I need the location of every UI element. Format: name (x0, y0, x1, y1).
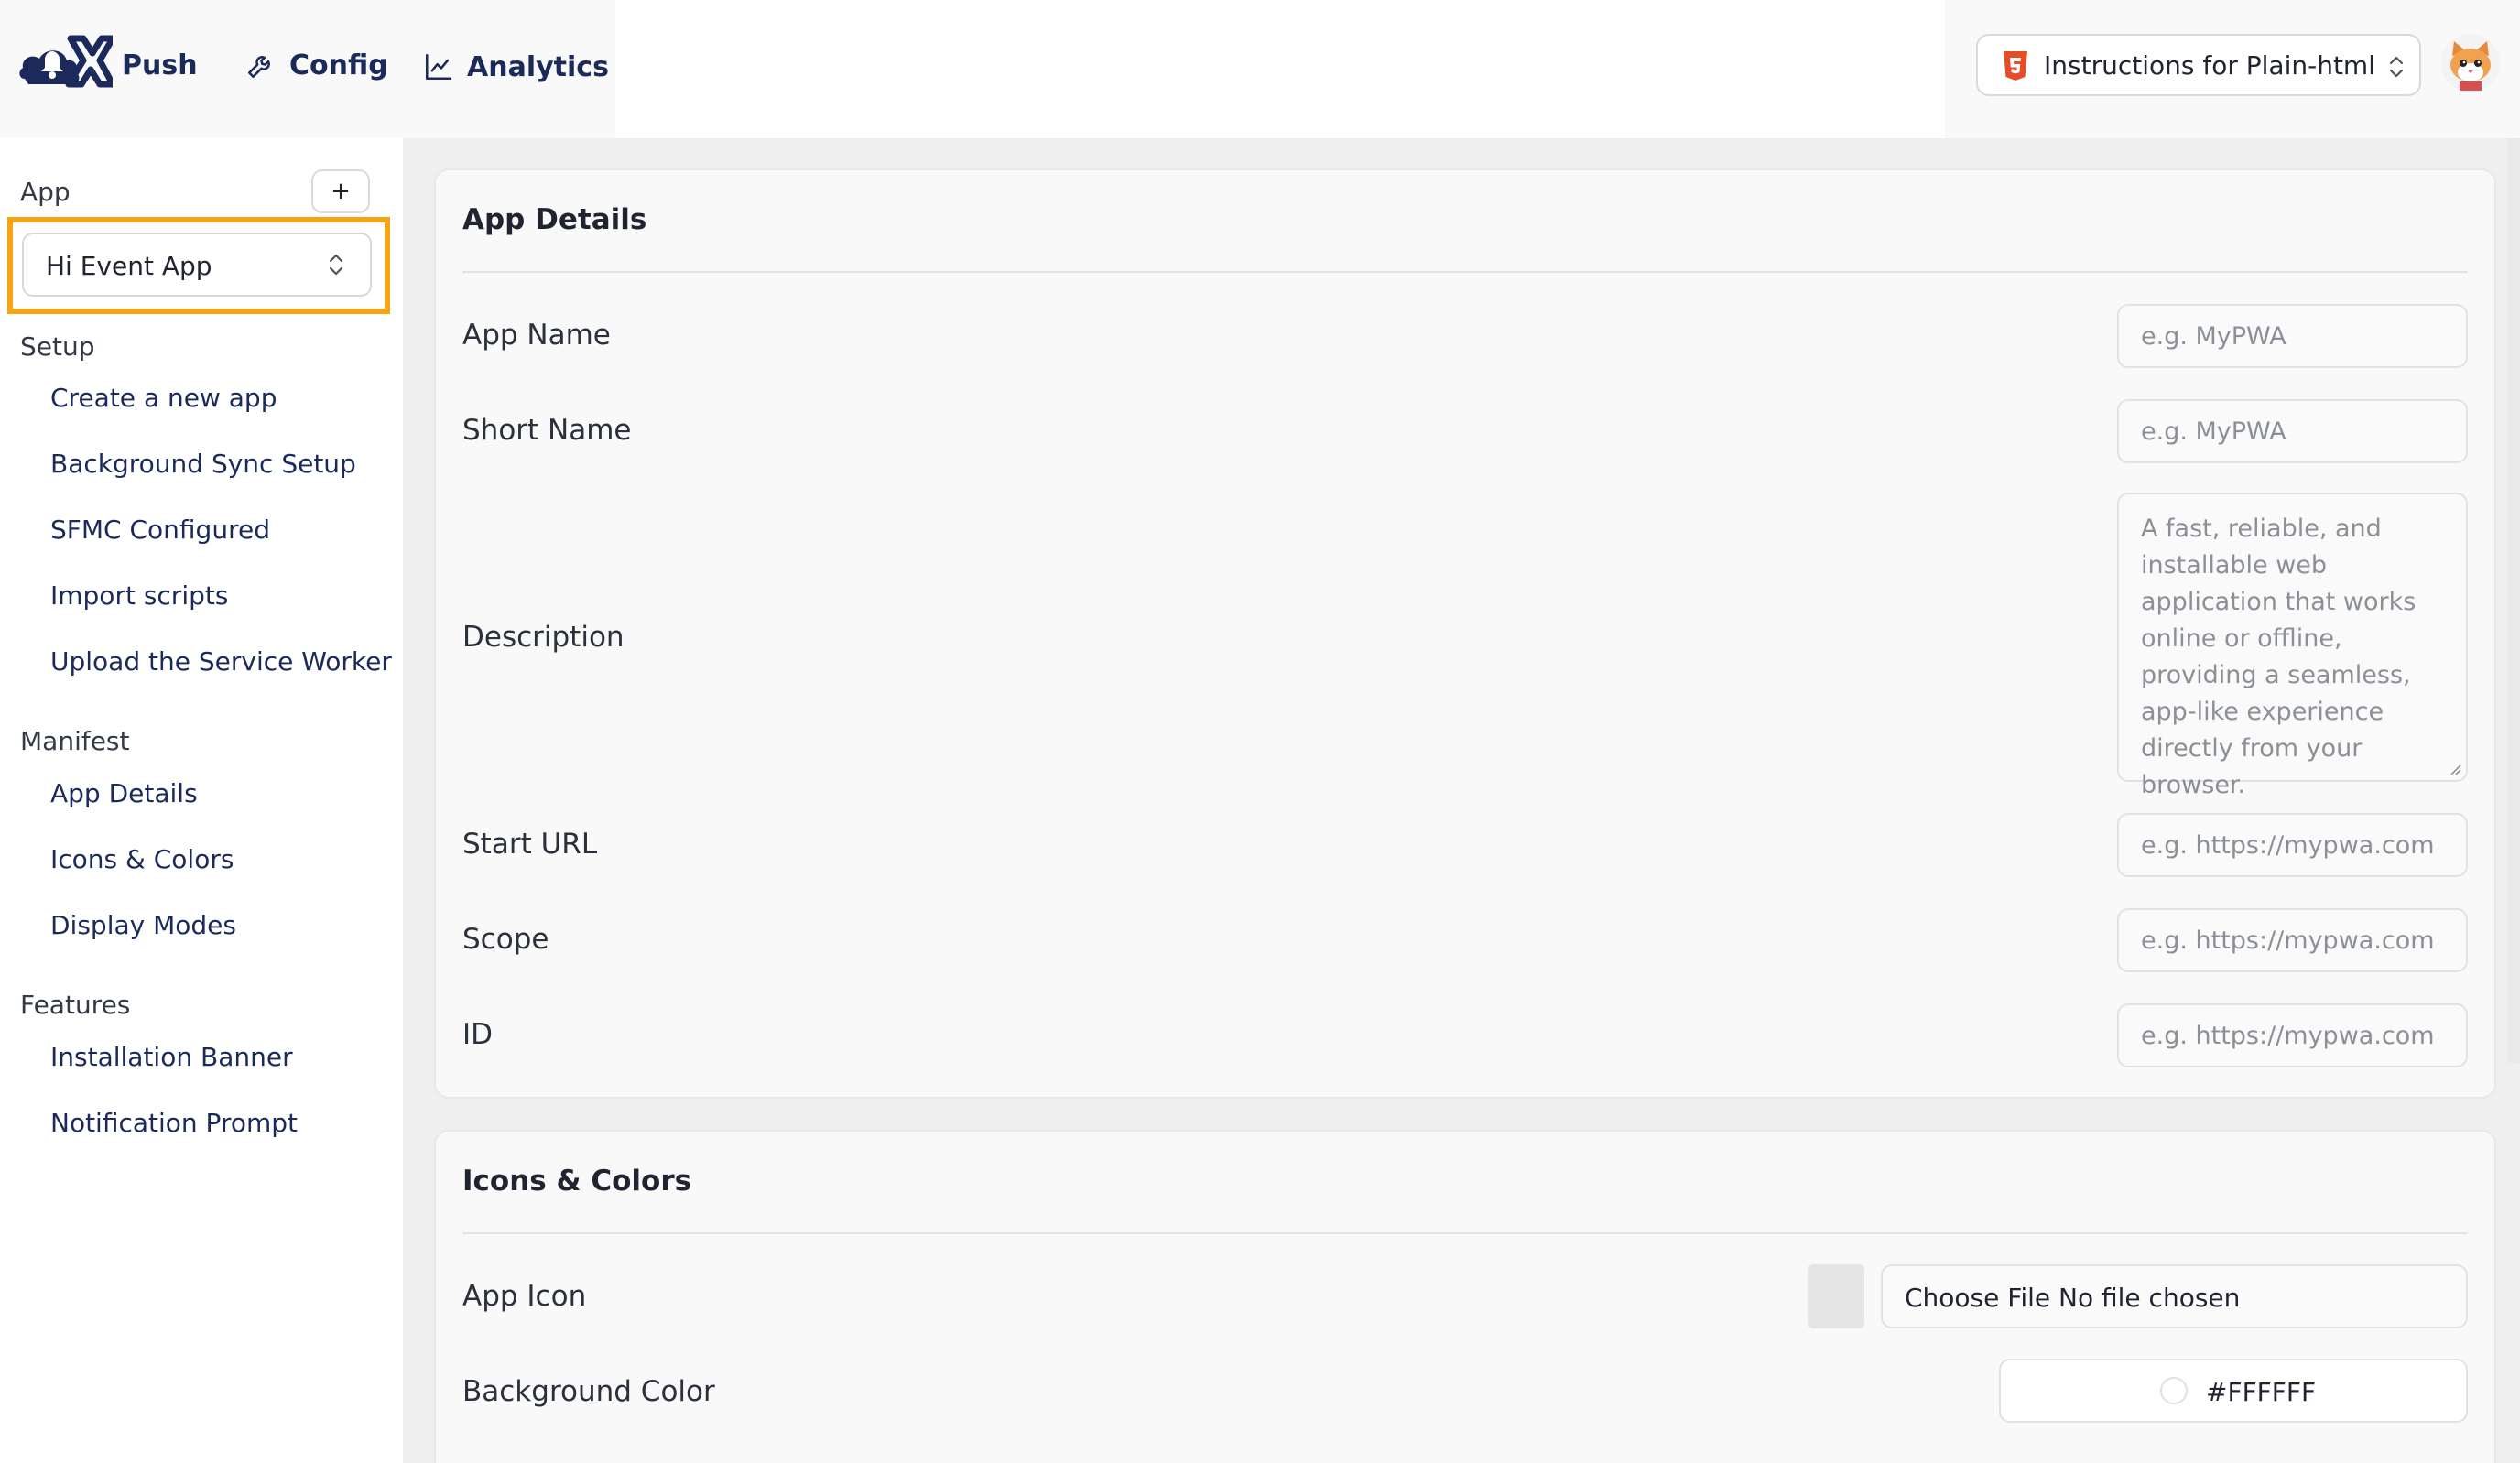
line-chart-icon (425, 53, 452, 81)
background-color-label: Background Color (462, 1375, 715, 1408)
scope-placeholder: e.g. https://mypwa.com (2141, 927, 2435, 955)
app-details-divider (462, 271, 2468, 273)
nav-config-label: Config (289, 49, 388, 81)
add-app-button[interactable]: + (311, 169, 370, 213)
sidebar-item-sfmc-configured[interactable]: SFMC Configured (50, 515, 270, 545)
nav-push-label: Push (122, 49, 198, 81)
scope-label: Scope (462, 923, 549, 956)
top-navigation: Push Config Analytics Instructions for P… (0, 0, 2520, 138)
description-textarea[interactable]: A fast, reliable, and installable web ap… (2117, 493, 2468, 799)
sidebar-section-features: Features (20, 990, 131, 1020)
id-label: ID (462, 1018, 494, 1051)
nav-analytics-label: Analytics (467, 50, 609, 83)
icons-colors-title: Icons & Colors (462, 1165, 692, 1197)
sidebar-app-label: App (20, 177, 71, 207)
app-name-input[interactable]: e.g. MyPWA (2117, 304, 2468, 368)
sidebar-item-icons-colors[interactable]: Icons & Colors (50, 844, 234, 874)
instructions-select-value: Instructions for Plain-html (2044, 50, 2375, 81)
app-select[interactable]: Hi Event App (22, 233, 372, 297)
app-icon-preview (1808, 1264, 1864, 1328)
file-input-text: Choose File No file chosen (1905, 1283, 2241, 1313)
instructions-select[interactable]: Instructions for Plain-html (1976, 34, 2421, 96)
nav-push-link[interactable]: Push (122, 40, 198, 90)
sidebar-item-installation-banner[interactable]: Installation Banner (50, 1042, 293, 1072)
short-name-placeholder: e.g. MyPWA (2141, 417, 2286, 446)
chevron-up-down-icon (329, 254, 343, 276)
sidebar-item-display-modes[interactable]: Display Modes (50, 910, 236, 940)
start-url-input[interactable]: e.g. https://mypwa.com (2117, 813, 2468, 877)
vertical-scrollbar[interactable] (2507, 138, 2520, 1063)
start-url-placeholder: e.g. https://mypwa.com (2141, 831, 2435, 860)
color-swatch[interactable] (2160, 1377, 2188, 1404)
sidebar-item-import-scripts[interactable]: Import scripts (50, 580, 228, 611)
short-name-label: Short Name (462, 414, 632, 447)
sidebar-item-notification-prompt[interactable]: Notification Prompt (50, 1108, 298, 1138)
background-color-value: #FFFFFF (2206, 1377, 2317, 1407)
sidebar-item-background-sync-setup[interactable]: Background Sync Setup (50, 449, 356, 479)
id-input[interactable]: e.g. https://mypwa.com (2117, 1003, 2468, 1067)
background-color-input[interactable]: #FFFFFF (1999, 1359, 2468, 1423)
scope-input[interactable]: e.g. https://mypwa.com (2117, 908, 2468, 972)
html5-icon (2004, 51, 2027, 81)
icons-colors-divider (462, 1232, 2468, 1234)
description-label: Description (462, 621, 625, 654)
app-name-label: App Name (462, 319, 611, 352)
sidebar-item-upload-service-worker[interactable]: Upload the Service Worker (50, 646, 392, 677)
resize-handle-icon[interactable] (2448, 762, 2462, 776)
user-avatar[interactable] (2441, 34, 2500, 92)
sidebar-item-create-new-app[interactable]: Create a new app (50, 383, 277, 413)
short-name-input[interactable]: e.g. MyPWA (2117, 399, 2468, 463)
chevron-up-down-icon (2389, 56, 2404, 78)
id-placeholder: e.g. https://mypwa.com (2141, 1022, 2435, 1050)
app-details-title: App Details (462, 203, 647, 236)
description-placeholder: A fast, reliable, and installable web ap… (2141, 515, 2417, 799)
cat-avatar-icon (2450, 41, 2491, 91)
push-logo-icon (19, 35, 113, 88)
app-icon-label: App Icon (462, 1280, 587, 1313)
sidebar-section-manifest: Manifest (20, 726, 130, 756)
nav-analytics-link[interactable]: Analytics (423, 42, 609, 92)
app-icon-file-input[interactable]: Choose File No file chosen (1881, 1264, 2468, 1328)
sidebar-item-app-details[interactable]: App Details (50, 778, 198, 808)
start-url-label: Start URL (462, 828, 598, 861)
sidebar-section-setup: Setup (20, 331, 95, 362)
app-name-placeholder: e.g. MyPWA (2141, 322, 2286, 351)
wrench-icon (247, 56, 270, 79)
app-select-value: Hi Event App (46, 251, 212, 281)
nav-config-link[interactable]: Config (245, 40, 388, 90)
